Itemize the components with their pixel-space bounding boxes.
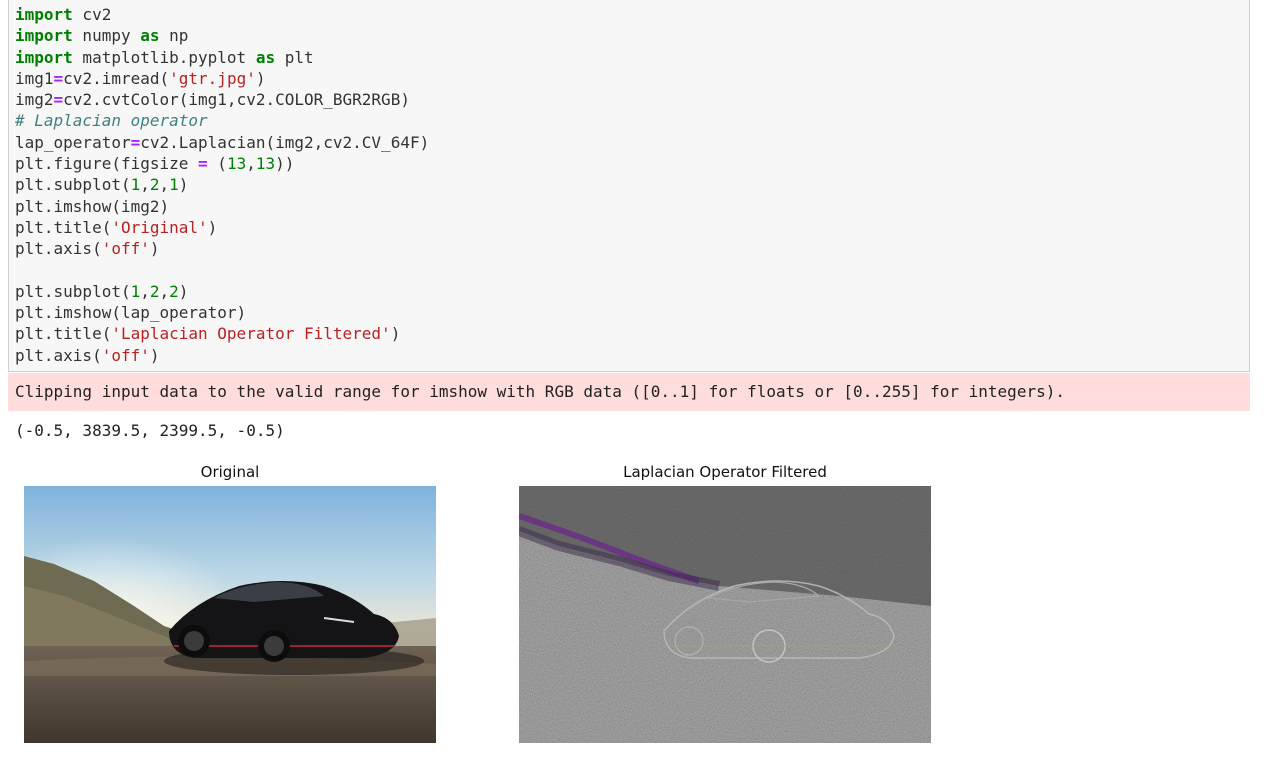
code-token: # Laplacian operator (15, 111, 208, 131)
code-token: np (159, 26, 189, 46)
code-token: , (140, 281, 150, 301)
code-line: img1=cv2.imread('gtr.jpg') (15, 68, 429, 89)
code-token: ) (207, 217, 218, 237)
code-token: 2 (169, 281, 179, 301)
code-token: ) (178, 281, 189, 301)
code-token: 'Original' (111, 217, 208, 237)
code-token: = (53, 68, 64, 88)
code-token: , (140, 175, 150, 195)
code-token: plt.title( (15, 324, 112, 344)
code-token: 'Laplacian Operator Filtered' (111, 324, 391, 344)
code-token: = (53, 90, 64, 110)
code-token: cv2 (72, 5, 112, 24)
code-token: numpy (72, 26, 141, 46)
code-token: 'off' (101, 239, 150, 259)
code-token: plt.figure(figsize (15, 154, 199, 174)
code-token: 1 (169, 175, 179, 195)
code-token: plt.axis( (15, 345, 102, 365)
code-line: plt.title('Original') (15, 217, 429, 238)
code-line: plt.imshow(img2) (15, 196, 429, 217)
code-token: plt (275, 47, 314, 67)
code-token: )) (275, 154, 295, 174)
code-token: ) (255, 68, 266, 88)
code-token: 'gtr.jpg' (169, 68, 256, 88)
code-line: lap_operator=cv2.Laplacian(img2,cv2.CV_6… (15, 132, 429, 153)
code-token: img1 (15, 68, 54, 88)
code-token: plt.subplot( (15, 175, 131, 195)
code-token: as (255, 47, 276, 67)
code-editor[interactable]: import cv2 import numpy as np import matpl… (15, 4, 429, 366)
code-line: plt.imshow(lap_operator) (15, 302, 429, 323)
code-token: plt.subplot( (15, 281, 131, 301)
code-token: , (246, 154, 256, 174)
code-token: cv2.cvtColor(img1,cv2.COLOR_BGR2RGB) (63, 90, 410, 110)
code-token: ) (178, 175, 189, 195)
code-token: ) (149, 345, 160, 365)
code-line: plt.title('Laplacian Operator Filtered') (15, 323, 429, 344)
code-token: lap_operator (15, 132, 131, 152)
code-token: cv2.Laplacian(img2,cv2.CV_64F) (140, 132, 430, 152)
original-title: Original (200, 463, 260, 481)
code-line: img2=cv2.cvtColor(img1,cv2.COLOR_BGR2RGB… (15, 89, 429, 110)
code-token: 13 (255, 154, 276, 174)
code-token: 13 (226, 154, 247, 174)
code-line: plt.subplot(1,2,2) (15, 281, 429, 302)
laplacian-image (519, 486, 931, 743)
code-token: , (159, 281, 170, 301)
code-token: ) (390, 324, 401, 344)
code-token: img2 (15, 90, 54, 110)
code-token: cv2.imread( (63, 68, 170, 88)
code-token: 'off' (101, 345, 150, 365)
code-token: ) (149, 239, 160, 259)
original-image (24, 486, 436, 743)
code-line: plt.axis('off') (15, 238, 429, 259)
code-line: plt.figure(figsize = (13,13)) (15, 153, 429, 174)
code-token: plt.imshow(img2) (15, 196, 170, 216)
code-token: , (159, 175, 170, 195)
stderr-output: Clipping input data to the valid range f… (8, 373, 1250, 411)
laplacian-title: Laplacian Operator Filtered (623, 463, 827, 481)
code-token: matplotlib.pyplot (72, 47, 256, 67)
code-token: 2 (149, 175, 160, 195)
code-token: ( (207, 154, 227, 174)
code-token: as (140, 26, 160, 46)
code-token: = (198, 154, 208, 174)
code-token: 1 (130, 175, 141, 195)
code-token: plt.axis( (15, 239, 102, 259)
code-line: plt.axis('off') (15, 345, 429, 366)
code-token: import (15, 5, 73, 24)
code-token: import (15, 47, 73, 67)
code-line: # Laplacian operator (15, 110, 429, 131)
code-token: = (130, 132, 141, 152)
code-token: plt.imshow(lap_operator) (15, 303, 247, 323)
code-line: import numpy as np (15, 25, 429, 46)
code-token: plt.title( (15, 217, 112, 237)
code-token: 2 (149, 281, 160, 301)
code-line: plt.subplot(1,2,1) (15, 174, 429, 195)
code-token: import (15, 26, 73, 46)
code-line: import cv2 (15, 4, 429, 25)
code-cell[interactable]: import cv2 import numpy as np import matpl… (8, 0, 1250, 372)
code-line: import matplotlib.pyplot as plt (15, 47, 429, 68)
execute-result: (-0.5, 3839.5, 2399.5, -0.5) (15, 421, 285, 440)
code-token: 1 (130, 281, 141, 301)
code-line: ​ (15, 260, 429, 281)
